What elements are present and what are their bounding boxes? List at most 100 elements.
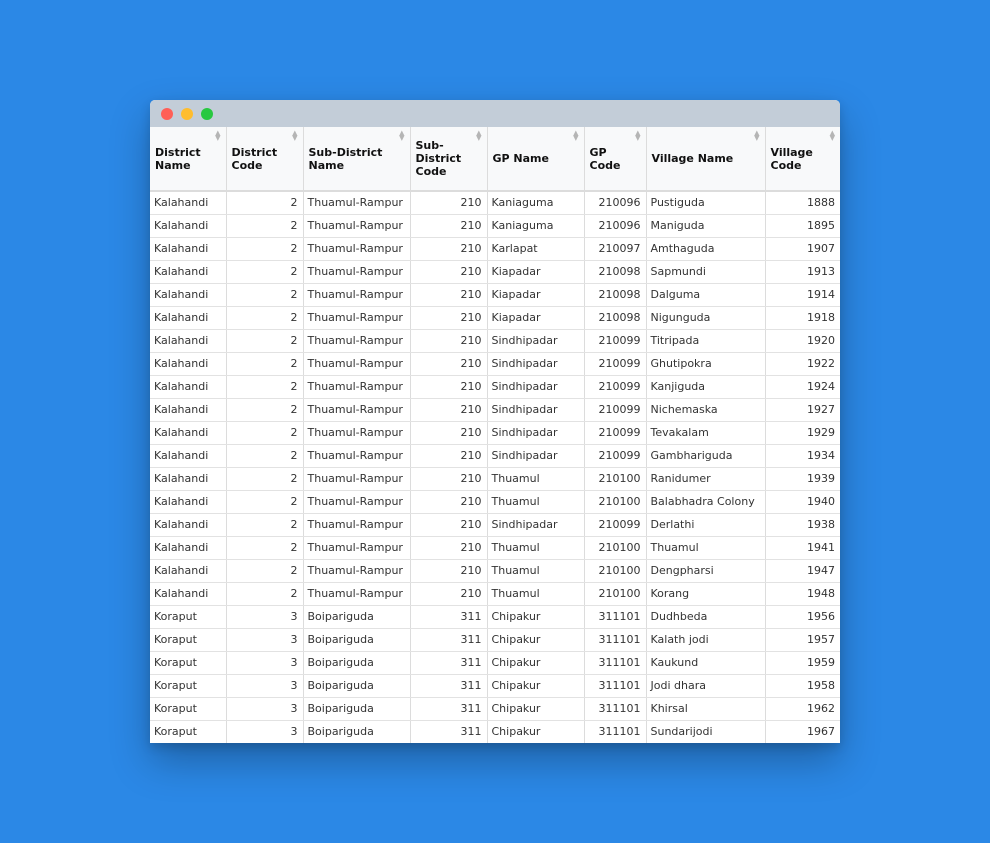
table-cell: Sapmundi — [646, 260, 766, 284]
table-cell: 2 — [226, 352, 304, 376]
table-cell: 3 — [226, 628, 304, 652]
table-cell: Sindhipadar — [487, 444, 585, 468]
table-cell: Thuamul-Rampur — [303, 306, 411, 330]
table-cell: 1895 — [765, 214, 840, 238]
sort-arrows-icon[interactable]: ▲ ▼ — [476, 130, 481, 142]
table-cell: Chipakur — [487, 674, 585, 698]
table-cell: Kaniaguma — [487, 214, 585, 238]
table-cell: 1934 — [765, 444, 840, 468]
table-row: Kalahandi 2 Thuamul-Rampur 210 Sindhipadar 21… — [150, 444, 840, 468]
table-cell: Thuamul — [487, 467, 585, 491]
table-cell: 311101 — [584, 674, 647, 698]
table-cell: 210099 — [584, 375, 647, 399]
table-cell: 2 — [226, 283, 304, 307]
table-cell: 1920 — [765, 329, 840, 353]
app-window: District Name ▲ ▼ District Code ▲ ▼ Sub-Distri… — [150, 100, 840, 743]
table-cell: Sindhipadar — [487, 513, 585, 537]
table-cell: Thuamul-Rampur — [303, 329, 411, 353]
table-cell: Kalahandi — [150, 398, 227, 422]
table-cell: Dudhbeda — [646, 605, 766, 629]
table-row: Kalahandi 2 Thuamul-Rampur 210 Sindhipadar 21… — [150, 398, 840, 422]
table-header: District Name ▲ ▼ District Code ▲ ▼ Sub-Distri… — [150, 127, 840, 192]
table-cell: Sindhipadar — [487, 398, 585, 422]
table-cell: Boipariguda — [303, 720, 411, 743]
sort-arrows-icon[interactable]: ▲ ▼ — [292, 130, 297, 142]
table-cell: Chipakur — [487, 651, 585, 675]
table-cell: 210 — [410, 467, 488, 491]
table-cell: Kalahandi — [150, 513, 227, 537]
table-cell: Koraput — [150, 628, 227, 652]
table-cell: Thuamul-Rampur — [303, 214, 411, 238]
table-cell: 3 — [226, 651, 304, 675]
column-header[interactable]: Village Name ▲ ▼ — [646, 127, 766, 192]
column-header[interactable]: Village Code ▲ ▼ — [765, 127, 840, 192]
table-cell: Kiapadar — [487, 260, 585, 284]
column-header[interactable]: GP Code ▲ ▼ — [584, 127, 647, 192]
table-cell: 2 — [226, 375, 304, 399]
column-header-label: Village Code — [770, 145, 813, 172]
column-header-label: District Name — [155, 145, 201, 172]
table-cell: 311 — [410, 628, 488, 652]
table-row: Kalahandi 2 Thuamul-Rampur 210 Sindhipadar 21… — [150, 329, 840, 353]
column-header[interactable]: Sub-District Code ▲ ▼ — [410, 127, 488, 192]
table-cell: Titripada — [646, 329, 766, 353]
table-cell: Kanjiguda — [646, 375, 766, 399]
table-cell: 311101 — [584, 628, 647, 652]
close-window-button[interactable] — [161, 107, 173, 120]
table-row: Koraput 3 Boipariguda 311 Chipakur 311101 Khir… — [150, 697, 840, 721]
table-cell: Karlapat — [487, 237, 585, 261]
sort-arrows-icon[interactable]: ▲ ▼ — [573, 130, 578, 142]
table-cell: Koraput — [150, 605, 227, 629]
table-cell: 2 — [226, 559, 304, 583]
table-row: Koraput 3 Boipariguda 311 Chipakur 311101 Sund… — [150, 720, 840, 743]
table-cell: 1938 — [765, 513, 840, 537]
table-cell: Pustiguda — [646, 191, 766, 215]
table-cell: Boipariguda — [303, 697, 411, 721]
table-cell: Thuamul-Rampur — [303, 191, 411, 215]
minimize-window-button[interactable] — [181, 107, 193, 120]
sort-arrows-icon[interactable]: ▲ ▼ — [399, 130, 404, 142]
table-row: Kalahandi 2 Thuamul-Rampur 210 Thuamul 210100… — [150, 559, 840, 583]
table-cell: 210100 — [584, 490, 647, 514]
table-cell: 210097 — [584, 237, 647, 261]
maximize-window-button[interactable] — [201, 107, 213, 120]
table-cell: 1924 — [765, 375, 840, 399]
table-cell: 1958 — [765, 674, 840, 698]
column-header[interactable]: GP Name ▲ ▼ — [487, 127, 585, 192]
column-header[interactable]: District Name ▲ ▼ — [150, 127, 227, 192]
table-cell: 210 — [410, 536, 488, 560]
table-cell: Boipariguda — [303, 674, 411, 698]
table-cell: Kalahandi — [150, 582, 227, 606]
table-cell: Nichemaska — [646, 398, 766, 422]
table-cell: Kalahandi — [150, 283, 227, 307]
sort-arrows-icon[interactable]: ▲ ▼ — [635, 130, 640, 142]
table-cell: 1956 — [765, 605, 840, 629]
table-row: Koraput 3 Boipariguda 311 Chipakur 311101 Kauk… — [150, 651, 840, 675]
table-cell: 3 — [226, 720, 304, 743]
table-cell: 210 — [410, 490, 488, 514]
sort-arrows-icon[interactable]: ▲ ▼ — [215, 130, 220, 142]
table-cell: Kalahandi — [150, 375, 227, 399]
column-header[interactable]: District Code ▲ ▼ — [226, 127, 304, 192]
table-cell: Kalahandi — [150, 260, 227, 284]
table-cell: 1941 — [765, 536, 840, 560]
sort-arrows-icon[interactable]: ▲ ▼ — [754, 130, 759, 142]
table-cell: 210100 — [584, 559, 647, 583]
table-row: Kalahandi 2 Thuamul-Rampur 210 Sindhipadar 21… — [150, 352, 840, 376]
table-cell: Thuamul-Rampur — [303, 490, 411, 514]
table-row: Kalahandi 2 Thuamul-Rampur 210 Kiapadar 21009… — [150, 260, 840, 284]
table-cell: Kalahandi — [150, 421, 227, 445]
table-cell: Kaniaguma — [487, 191, 585, 215]
table-cell: Thuamul-Rampur — [303, 536, 411, 560]
table-cell: Kiapadar — [487, 306, 585, 330]
sort-arrows-icon[interactable]: ▲ ▼ — [830, 130, 835, 142]
table-cell: Chipakur — [487, 628, 585, 652]
table-cell: Derlathi — [646, 513, 766, 537]
table-cell: 2 — [226, 306, 304, 330]
table-cell: 1967 — [765, 720, 840, 743]
column-header[interactable]: Sub-District Name ▲ ▼ — [303, 127, 411, 192]
table-cell: 2 — [226, 398, 304, 422]
table-cell: 3 — [226, 605, 304, 629]
table-cell: 311 — [410, 605, 488, 629]
table-cell: Kalahandi — [150, 444, 227, 468]
